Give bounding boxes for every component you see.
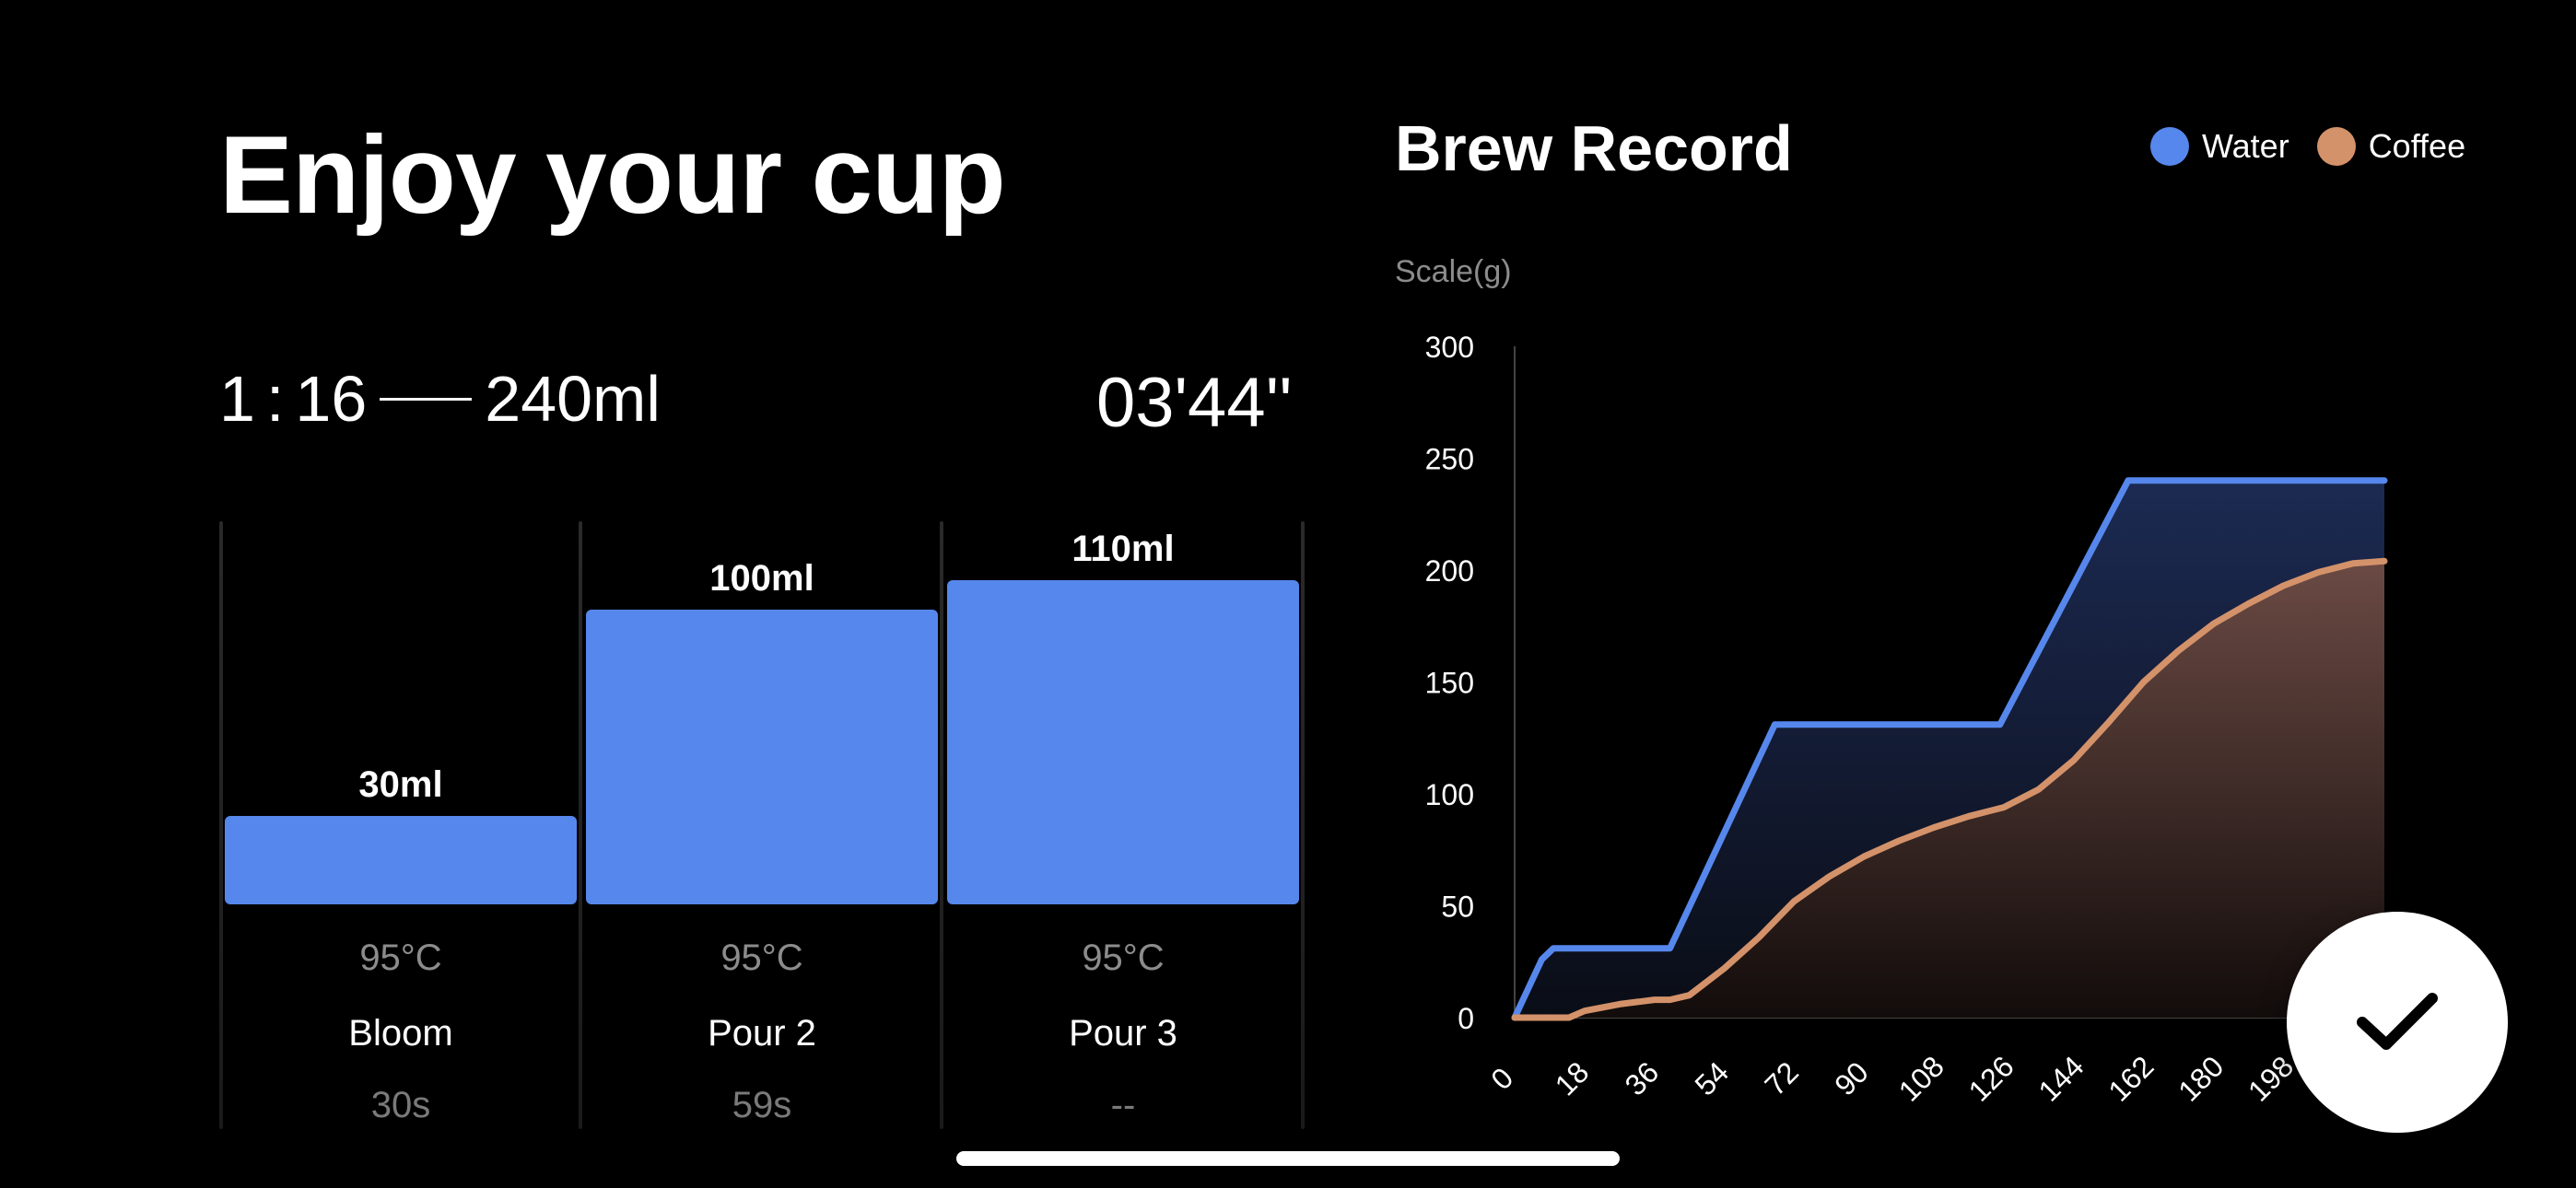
x-tick-label: 72 (1758, 1055, 1805, 1102)
x-tick-label: 126 (1962, 1050, 2020, 1108)
x-tick-label: 108 (1892, 1050, 1950, 1108)
x-tick-label: 0 (1484, 1061, 1519, 1096)
y-tick-label: 100 (1425, 778, 1474, 811)
y-tick-label: 200 (1425, 554, 1474, 588)
x-tick-label: 18 (1549, 1055, 1596, 1102)
x-tick-label: 198 (2242, 1050, 2300, 1108)
y-tick-label: 150 (1425, 667, 1474, 700)
y-tick-label: 50 (1441, 891, 1474, 924)
y-tick-label: 300 (1425, 331, 1474, 364)
x-tick-label: 180 (2172, 1050, 2230, 1108)
x-tick-label: 144 (2032, 1050, 2090, 1108)
x-tick-label: 90 (1828, 1055, 1875, 1102)
confirm-button[interactable] (2287, 912, 2508, 1133)
x-tick-label: 162 (2102, 1050, 2160, 1108)
y-tick-label: 250 (1425, 443, 1474, 476)
y-tick-label: 0 (1458, 1002, 1474, 1035)
home-indicator[interactable] (956, 1151, 1620, 1166)
x-tick-label: 36 (1619, 1055, 1666, 1102)
checkmark-icon (2357, 993, 2438, 1050)
x-tick-label: 54 (1688, 1055, 1735, 1102)
brew-record-chart: 0 50 100 150 200 250 300 0 18 36 54 72 90 108 126 144 16… (1425, 331, 2488, 1108)
